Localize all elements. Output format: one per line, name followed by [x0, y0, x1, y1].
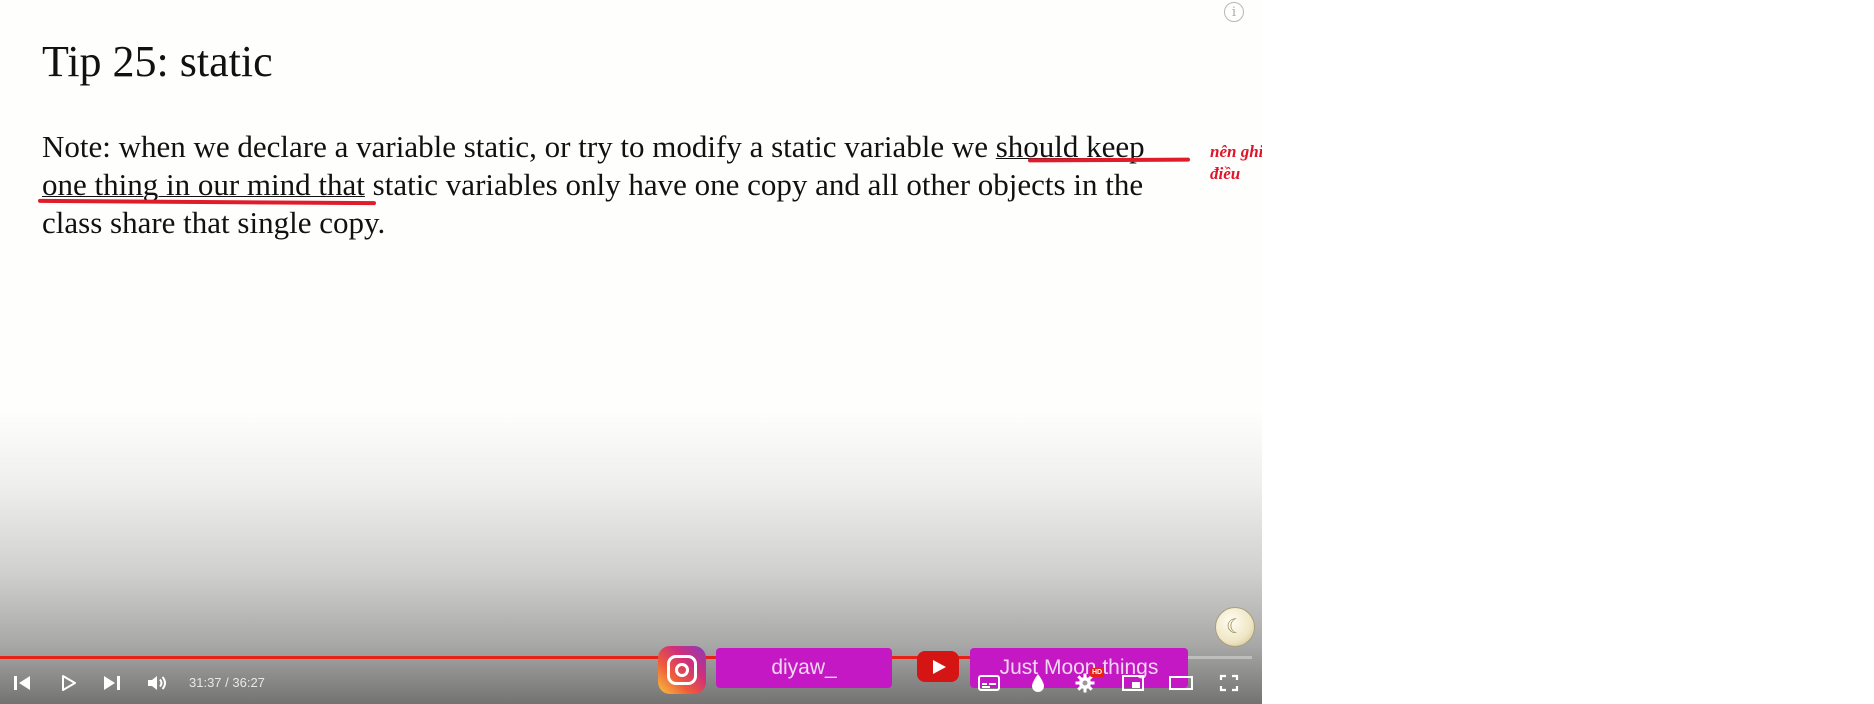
miniplayer-button[interactable] [1118, 670, 1148, 696]
video-player[interactable]: i Tip 25: static Note: when we declare a… [0, 0, 1262, 704]
annotation-note: nên ghi nhớ một điều [1210, 142, 1262, 183]
slide-body: Note: when we declare a variable static,… [42, 128, 1192, 242]
theater-mode-button[interactable] [1166, 670, 1196, 696]
youtube-icon [917, 651, 959, 682]
volume-icon [146, 673, 170, 693]
subtitles-button[interactable] [974, 670, 1004, 696]
info-icon[interactable]: i [1224, 2, 1244, 22]
autoplay-toggle[interactable] [1023, 670, 1053, 696]
annotation-underline-1 [1027, 157, 1191, 163]
volume-button[interactable] [143, 670, 173, 696]
fullscreen-icon [1218, 673, 1240, 693]
autoplay-icon [1028, 672, 1048, 694]
slide-body-text-1: Note: when we declare a variable static,… [42, 129, 996, 164]
instagram-handle-label: diyaw_ [716, 648, 892, 688]
fullscreen-button[interactable] [1214, 670, 1244, 696]
play-icon [58, 673, 78, 693]
slide-title: Tip 25: static [42, 37, 273, 86]
previous-button[interactable] [7, 670, 37, 696]
theater-mode-icon [1168, 673, 1194, 693]
subtitles-icon [977, 673, 1001, 693]
instagram-icon [658, 646, 706, 694]
hd-badge: HD [1090, 668, 1105, 677]
time-display: 31:37 / 36:27 [189, 675, 265, 690]
play-button[interactable] [53, 670, 83, 696]
miniplayer-icon [1121, 673, 1145, 693]
next-icon [101, 673, 123, 693]
previous-icon [11, 673, 33, 693]
moon-logo-icon [1215, 607, 1255, 647]
next-button[interactable] [97, 670, 127, 696]
